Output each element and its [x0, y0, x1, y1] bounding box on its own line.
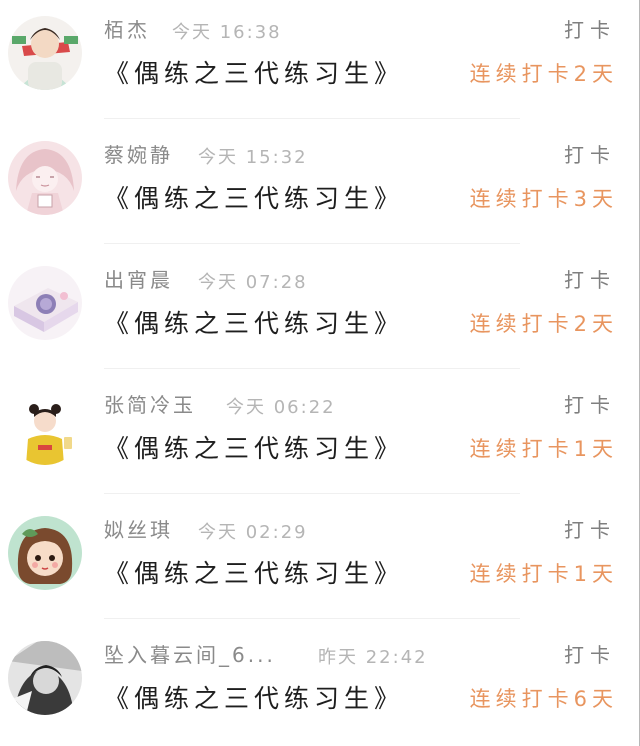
checkin-list: 栢杰 今天 16:38 打卡 《偶练之三代练习生》 连续打卡2天 蔡婉静 今天 …: [0, 0, 640, 746]
avatar[interactable]: [8, 266, 82, 340]
streak-badge: 连续打卡2天: [469, 312, 618, 336]
divider: [104, 243, 520, 244]
avatar-cartoon-yellow-shirt-icon: [8, 391, 82, 465]
user-name[interactable]: 坠入暮云间_6...: [104, 639, 276, 668]
book-title[interactable]: 《偶练之三代练习生》: [104, 179, 404, 215]
checkin-time: 昨天 22:42: [318, 647, 428, 668]
checkin-time: 今天 07:28: [198, 272, 308, 293]
book-title[interactable]: 《偶练之三代练习生》: [104, 54, 404, 90]
list-item[interactable]: 坠入暮云间_6... 昨天 22:42 打卡 《偶练之三代练习生》 连续打卡6天: [0, 625, 640, 746]
book-title[interactable]: 《偶练之三代练习生》: [104, 679, 404, 715]
streak-badge: 连续打卡3天: [469, 187, 618, 211]
avatar[interactable]: [8, 641, 82, 715]
list-item[interactable]: 张简冷玉 今天 06:22 打卡 《偶练之三代练习生》 连续打卡1天: [0, 375, 640, 500]
book-title[interactable]: 《偶练之三代练习生》: [104, 304, 404, 340]
checkin-time: 今天 16:38: [172, 22, 282, 43]
avatar[interactable]: [8, 391, 82, 465]
checkin-label: 打卡: [564, 268, 616, 292]
divider: [104, 118, 520, 119]
list-item[interactable]: 姒丝琪 今天 02:29 打卡 《偶练之三代练习生》 连续打卡1天: [0, 500, 640, 625]
user-name[interactable]: 出宵晨: [104, 264, 173, 293]
avatar-cartoon-girl-bow-icon: [8, 516, 82, 590]
streak-badge: 连续打卡6天: [469, 687, 618, 711]
checkin-label: 打卡: [564, 18, 616, 42]
book-title[interactable]: 《偶练之三代练习生》: [104, 554, 404, 590]
user-name[interactable]: 栢杰: [104, 14, 150, 43]
checkin-time: 今天 15:32: [198, 147, 308, 168]
list-item[interactable]: 栢杰 今天 16:38 打卡 《偶练之三代练习生》 连续打卡2天: [0, 0, 640, 125]
checkin-time: 今天 02:29: [198, 522, 308, 543]
divider: [104, 618, 520, 619]
list-item[interactable]: 蔡婉静 今天 15:32 打卡 《偶练之三代练习生》 连续打卡3天: [0, 125, 640, 250]
divider: [104, 493, 520, 494]
list-item[interactable]: 出宵晨 今天 07:28 打卡 《偶练之三代练习生》 连续打卡2天: [0, 250, 640, 375]
user-name[interactable]: 蔡婉静: [104, 139, 173, 168]
checkin-time: 今天 06:22: [226, 397, 336, 418]
avatar-girl-scarf-icon: [8, 16, 82, 90]
streak-badge: 连续打卡1天: [469, 562, 618, 586]
streak-badge: 连续打卡1天: [469, 437, 618, 461]
checkin-label: 打卡: [564, 143, 616, 167]
avatar-sketch-girl-icon: [8, 141, 82, 215]
avatar[interactable]: [8, 516, 82, 590]
avatar-monochrome-portrait-icon: [8, 641, 82, 715]
user-name[interactable]: 姒丝琪: [104, 514, 173, 543]
book-title[interactable]: 《偶练之三代练习生》: [104, 429, 404, 465]
avatar[interactable]: [8, 16, 82, 90]
streak-badge: 连续打卡2天: [469, 62, 618, 86]
user-name[interactable]: 张简冷玉: [104, 389, 196, 418]
checkin-label: 打卡: [564, 518, 616, 542]
checkin-label: 打卡: [564, 643, 616, 667]
avatar[interactable]: [8, 141, 82, 215]
divider: [104, 368, 520, 369]
avatar-lavender-box-icon: [8, 266, 82, 340]
checkin-label: 打卡: [564, 393, 616, 417]
